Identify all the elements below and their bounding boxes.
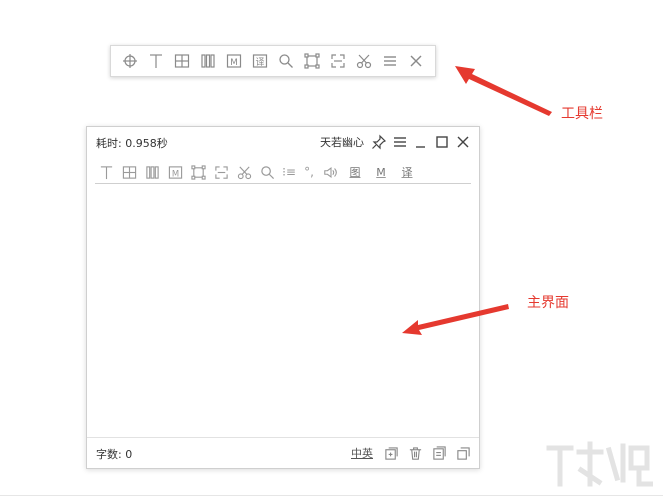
bottom-divider — [0, 495, 663, 496]
annotation-arrows — [402, 66, 552, 335]
toolbar-arrow — [455, 66, 552, 116]
toolbar-annotation: 工具栏 — [561, 106, 603, 122]
main-annotation: 主界面 — [527, 295, 569, 311]
main-arrow — [402, 304, 509, 335]
watermark-logo — [546, 441, 653, 487]
